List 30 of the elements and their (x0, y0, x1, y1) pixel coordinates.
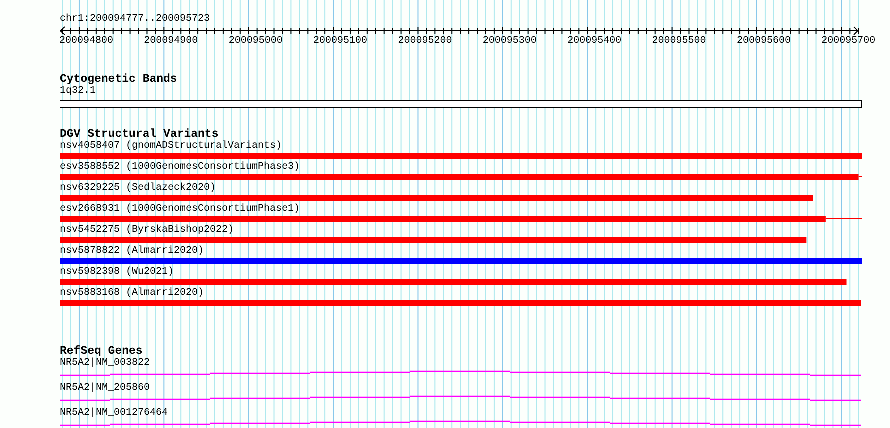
ruler-label: 200095500 (652, 36, 706, 48)
track-title: RefSeq Genes (60, 346, 143, 358)
variant-label[interactable]: esv3588552 (1000GenomesConsortiumPhase3) (60, 162, 300, 174)
ruler-label: 200095200 (398, 36, 452, 48)
variant-bar[interactable] (60, 216, 862, 222)
gene-line[interactable] (60, 396, 862, 402)
track-title: DGV Structural Variants (60, 129, 219, 141)
variant-label[interactable]: nsv6329225 (Sedlazeck2020) (60, 183, 216, 195)
location-label: chr1:200094777..200095723 (60, 14, 210, 26)
gene-label[interactable]: NR5A2|NM_205860 (60, 383, 150, 395)
ruler-label: 200095700 (822, 36, 876, 48)
variant-label[interactable]: nsv5883168 (Almarri2020) (60, 288, 204, 300)
gene-label[interactable]: NR5A2|NM_001276464 (60, 408, 168, 420)
gene-line[interactable] (60, 420, 862, 426)
variant-label[interactable]: nsv5452275 (ByrskaBishop2022) (60, 225, 234, 237)
ruler-label: 200095400 (568, 36, 622, 48)
ruler-label: 200095600 (736, 36, 791, 48)
ruler-label: 200094800 (59, 36, 114, 48)
gene-line[interactable] (60, 370, 862, 376)
ruler-label: 200095000 (228, 36, 283, 48)
variant-label[interactable]: esv2668931 (1000GenomesConsortiumPhase1) (60, 204, 300, 216)
ruler-label: 200095100 (314, 36, 368, 48)
track-title: Cytogenetic Bands (60, 74, 178, 86)
ruler-label: 200095300 (482, 36, 537, 48)
variant-label[interactable]: nsv5878822 (Almarri2020) (60, 246, 204, 258)
ruler-label: 200094900 (144, 36, 198, 48)
band-label: 1q32.1 (60, 86, 96, 98)
variant-label[interactable]: nsv5982398 (Wu2021) (60, 267, 174, 279)
gene-label[interactable]: NR5A2|NM_003822 (60, 358, 150, 370)
variant-label[interactable]: nsv4058407 (gnomADStructuralVariants) (60, 141, 282, 153)
